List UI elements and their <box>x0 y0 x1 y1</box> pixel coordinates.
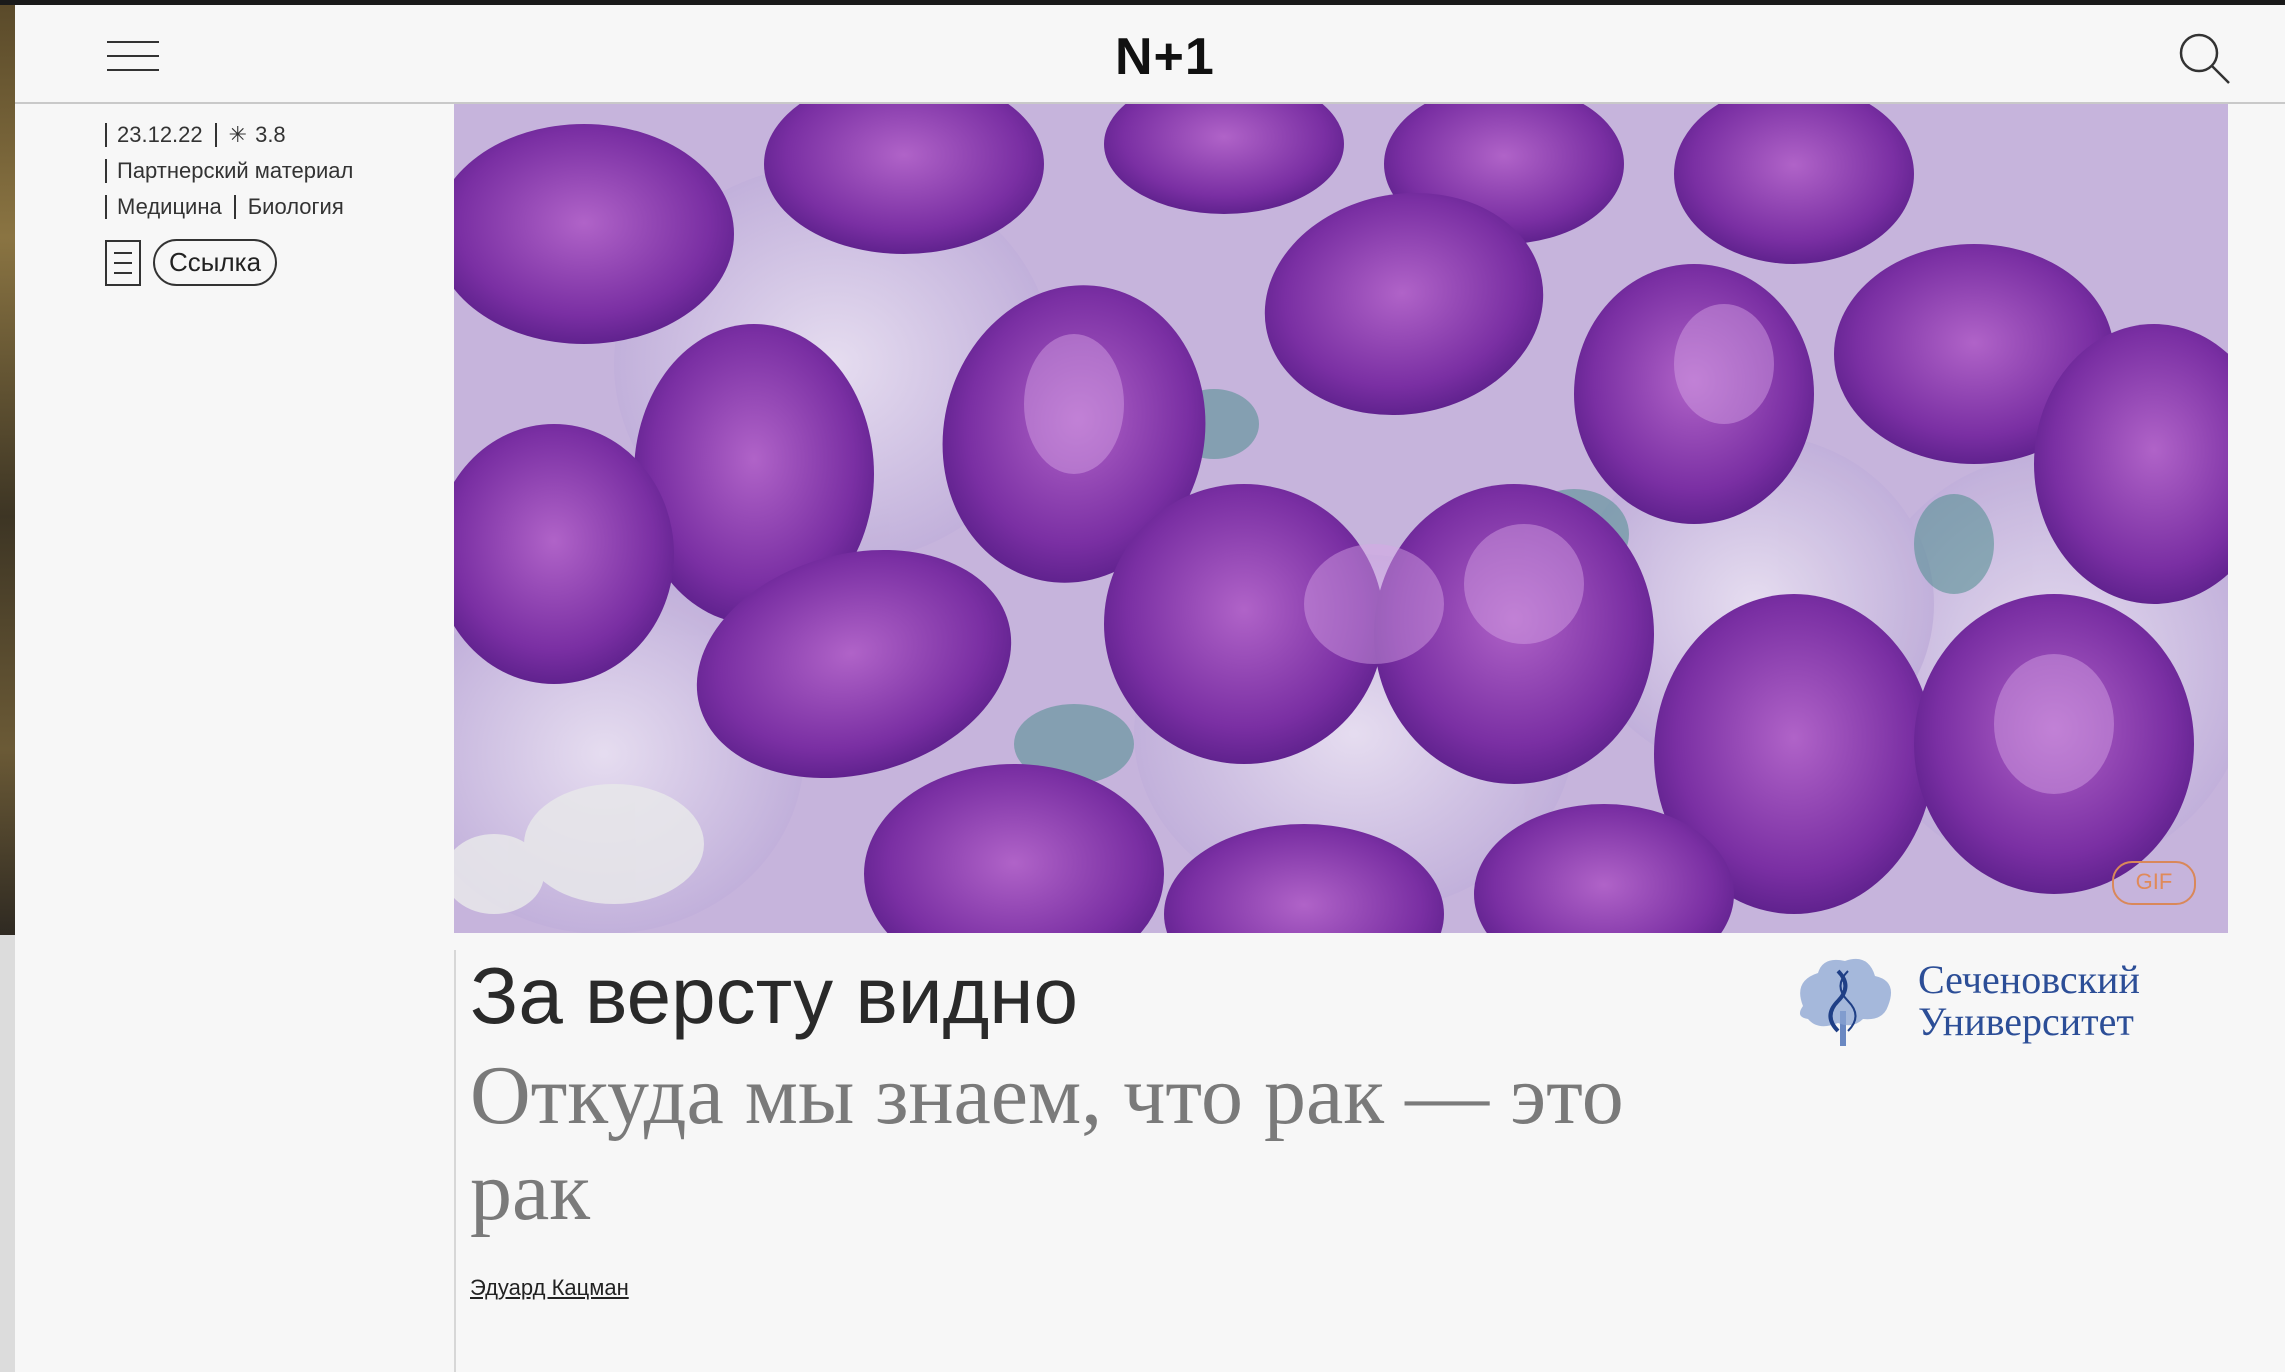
author-link[interactable]: Эдуард Кацман <box>470 1275 629 1301</box>
divider <box>214 123 217 147</box>
article-date: 23.12.22 <box>117 122 203 147</box>
category-link-medicine[interactable]: Медицина <box>117 194 222 220</box>
divider <box>233 195 236 219</box>
document-icon[interactable] <box>105 239 141 286</box>
partner-name: Сеченовский Университет <box>1918 959 2140 1043</box>
divider <box>105 195 107 219</box>
article-title: За версту видно <box>470 951 1078 1040</box>
share-row: Ссылка <box>105 239 353 286</box>
meta-label-row: Партнерский материал <box>105 153 353 189</box>
hero-image-cells: GIF <box>454 104 2228 933</box>
content-divider <box>454 950 456 1372</box>
meta-categories-row: Медицина Биология <box>105 189 353 225</box>
partner-name-line1: Сеченовский <box>1918 957 2140 1002</box>
divider <box>105 123 107 147</box>
partner-name-line2: Университет <box>1918 999 2134 1044</box>
meta-date-row: 23.12.22 ✳ 3.8 <box>105 117 353 153</box>
cells-illustration <box>454 104 2228 933</box>
menu-icon[interactable] <box>107 37 159 73</box>
search-icon[interactable] <box>2175 29 2235 89</box>
difficulty-value: 3.8 <box>255 122 286 147</box>
article-meta: 23.12.22 ✳ 3.8 Партнерский материал Меди… <box>105 117 353 286</box>
partner-logo[interactable]: Сеченовский Университет <box>1783 951 2183 1051</box>
difficulty-icon: ✳ <box>228 122 248 147</box>
gif-badge[interactable]: GIF <box>2112 861 2196 905</box>
site-logo[interactable]: N+1 <box>1115 27 1215 87</box>
divider <box>105 159 107 183</box>
copy-link-button[interactable]: Ссылка <box>153 239 278 286</box>
sechenov-tree-icon <box>1799 958 1892 1046</box>
site-header: N+1 <box>15 5 2285 104</box>
article-subtitle: Откуда мы знаем, что рак — это рак <box>470 1049 1624 1238</box>
background-edge <box>0 935 15 1372</box>
category-link-biology[interactable]: Биология <box>248 194 344 220</box>
background-edge-image <box>0 5 15 935</box>
partner-label: Партнерский материал <box>117 158 354 183</box>
